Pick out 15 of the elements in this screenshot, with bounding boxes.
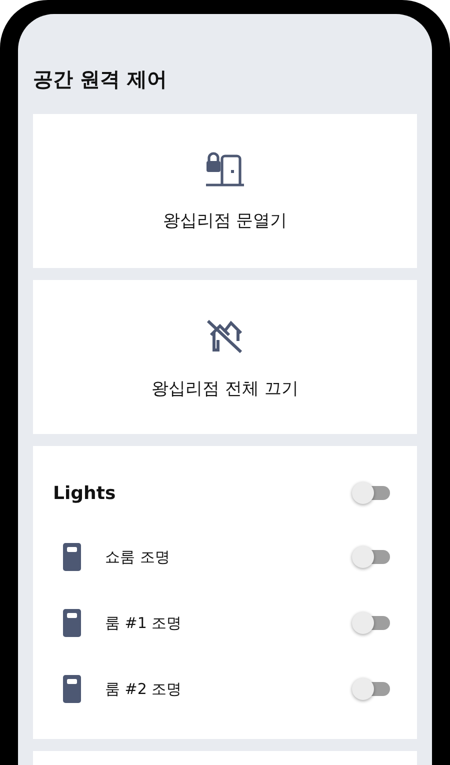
toggle-switch[interactable]	[352, 611, 390, 635]
action-card[interactable]: 왕십리점 전체 끄기	[33, 280, 417, 434]
section-title: Lights	[53, 482, 116, 504]
door-lock-icon	[205, 150, 245, 186]
light-label: 쇼룸 조명	[105, 548, 170, 566]
action-card[interactable]: 왕십리점 문열기	[33, 114, 417, 268]
switch-icon	[63, 543, 81, 571]
toggle-switch[interactable]	[352, 677, 390, 701]
toggle-switch[interactable]	[352, 481, 390, 505]
light-label: 룸 #2 조명	[105, 680, 182, 698]
light-label: 룸 #1 조명	[105, 614, 182, 632]
page-title: 공간 원격 제어	[33, 66, 168, 93]
switch-icon	[63, 675, 81, 703]
toggle-switch[interactable]	[352, 545, 390, 569]
switch-icon	[63, 609, 81, 637]
